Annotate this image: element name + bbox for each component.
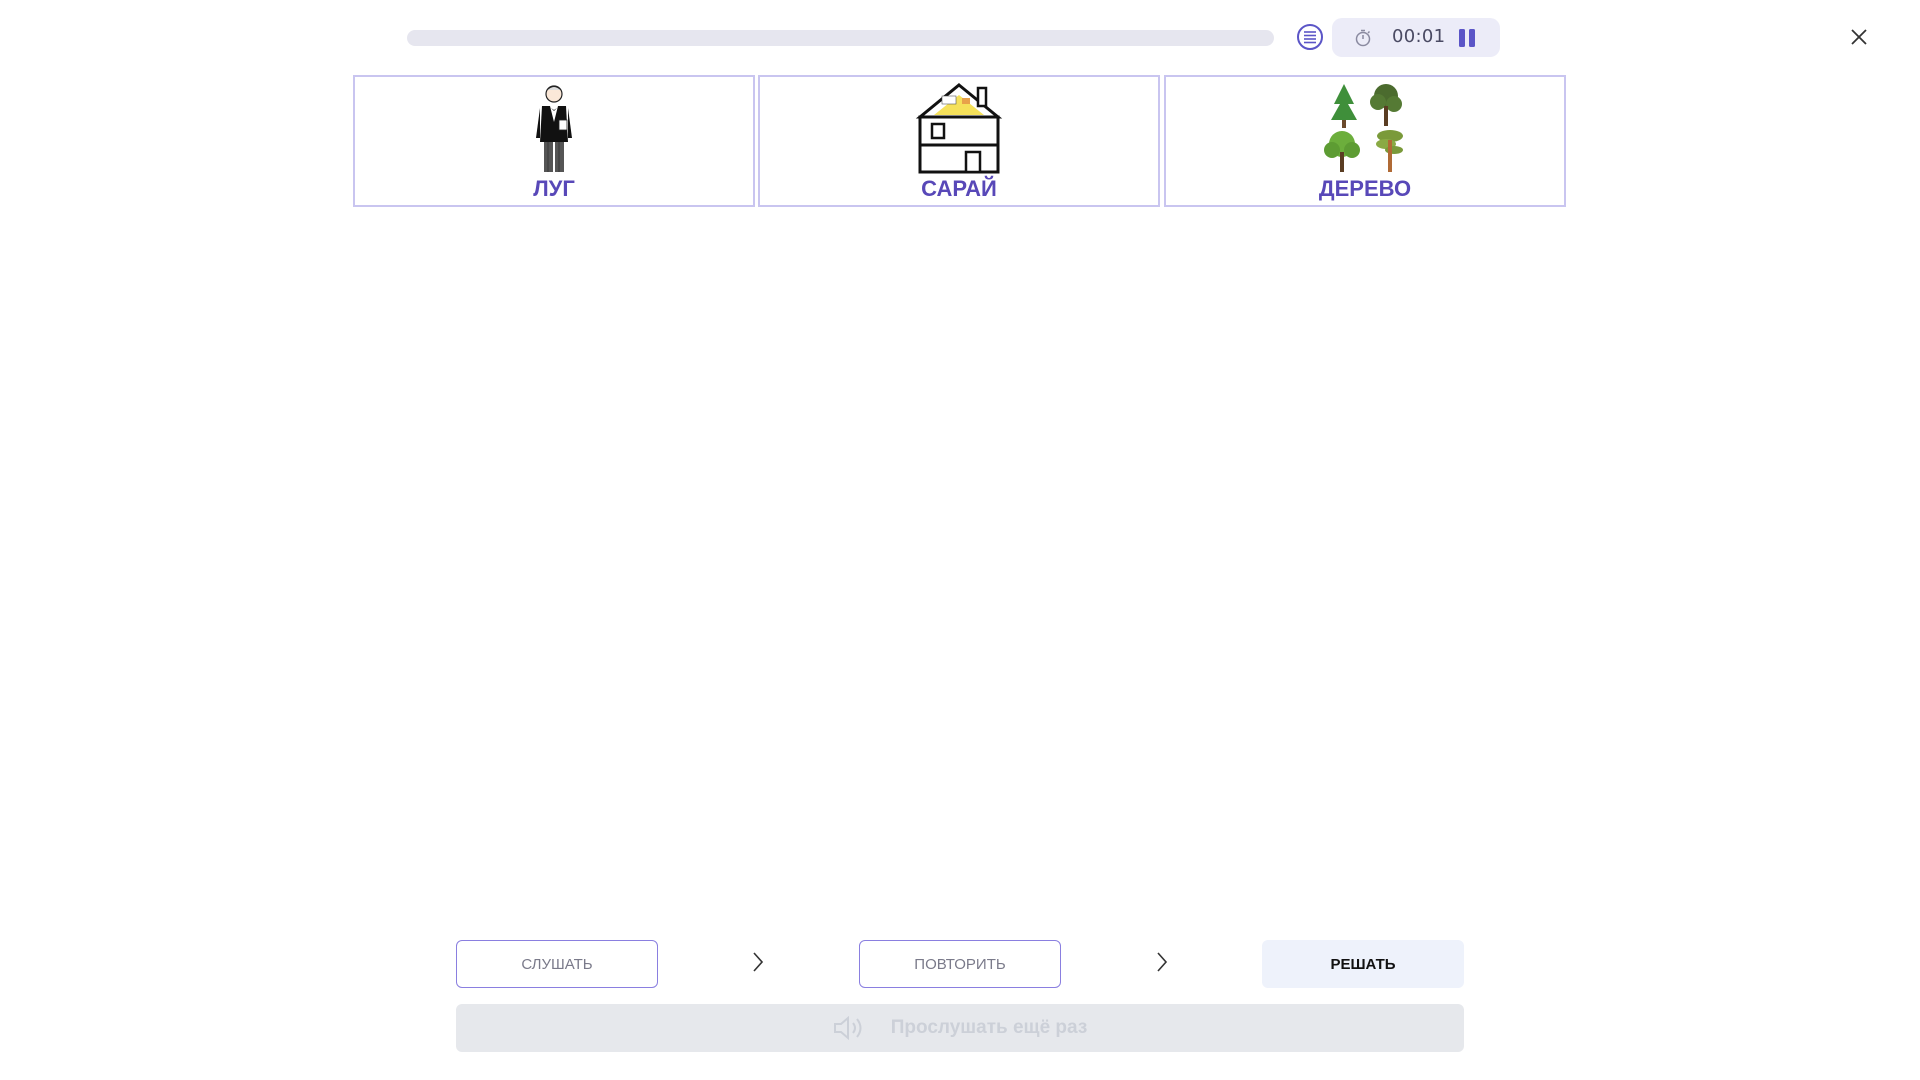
chevron-right-icon (753, 952, 764, 972)
card-label: ДЕРЕВО (1318, 176, 1412, 201)
listen-button[interactable]: СЛУШАТЬ (456, 940, 658, 988)
list-icon (1304, 31, 1316, 44)
card-label: ЛУГ (533, 176, 575, 201)
stopwatch-icon (1355, 29, 1371, 47)
close-icon[interactable] (1846, 24, 1872, 50)
card-label: САРАЙ (921, 176, 997, 201)
answer-card-1[interactable]: ЛУГ (353, 75, 755, 207)
task-list-button[interactable] (1297, 24, 1323, 50)
chevron-right-icon (1157, 952, 1168, 972)
speaker-icon (833, 1015, 862, 1041)
house-picture (915, 83, 1003, 174)
repeat-button[interactable]: ПОВТОРИТЬ (859, 940, 1061, 988)
answer-card-3[interactable]: ДЕРЕВО (1164, 75, 1566, 207)
exercise-screen: 00:01 ЛУГ САРАЙ ДЕРЕВО СЛУШАТЬ ПОВТОРИТЬ… (0, 0, 1920, 1080)
progress-bar (407, 30, 1274, 46)
replay-button[interactable]: Прослушать ещё раз (456, 1004, 1464, 1052)
man-in-tuxedo-picture (536, 85, 572, 172)
timer-panel: 00:01 (1332, 18, 1500, 57)
solve-button[interactable]: РЕШАТЬ (1262, 940, 1464, 988)
pause-icon[interactable] (1458, 29, 1476, 47)
replay-label: Прослушать ещё раз (890, 1017, 1088, 1038)
answer-card-2[interactable]: САРАЙ (758, 75, 1160, 207)
timer-value: 00:01 (1392, 26, 1446, 47)
trees-picture (1324, 84, 1403, 172)
